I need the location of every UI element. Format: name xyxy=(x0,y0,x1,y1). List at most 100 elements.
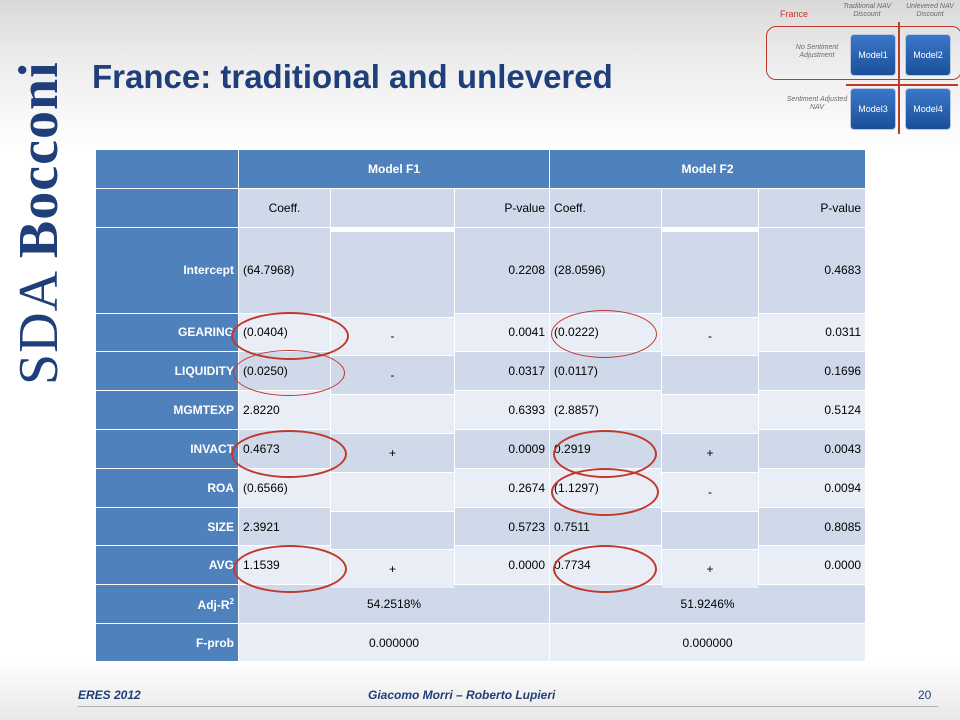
f2-sign-cell: + xyxy=(661,549,760,590)
table-row: GEARING (0.0404) -0.0041 (0.0222) -0.0311 xyxy=(95,312,867,357)
f1-pvalue-cell: 0.0009 xyxy=(453,428,551,469)
f2-sign-cell xyxy=(661,510,760,551)
adj-r2-f2-value: 51.9246% xyxy=(549,584,867,625)
model-diagram: France Traditional NAV Discount Unlevere… xyxy=(760,0,960,140)
f2-coeff-cell: 0.2919 xyxy=(549,428,663,469)
diagram-row2-label: Sentiment Adjusted NAV xyxy=(786,96,848,111)
adj-r2-label-text: Adj-R xyxy=(197,597,230,612)
f1-coeff-cell: (0.0404) xyxy=(238,312,331,353)
adj-r2-row: Adj-R2 54.2518% 51.9246% xyxy=(95,584,867,625)
row-label: MGMTEXP xyxy=(95,390,239,430)
row-label: AVG xyxy=(95,545,239,586)
diagram-model3-box: Model3 xyxy=(850,88,896,130)
diagram-model2-box: Model2 xyxy=(905,34,951,76)
f1-sign-cell xyxy=(330,510,455,551)
diagram-row1-label: No Sentiment Adjustment xyxy=(795,44,839,59)
f1-pvalue-cell: 0.0041 xyxy=(453,312,551,353)
f2-coeff-cell: (0.0222) xyxy=(549,312,663,353)
f1-pvalue-cell: 0.0317 xyxy=(453,351,551,392)
diagram-vertical-arrow xyxy=(898,22,900,134)
table-row: MGMTEXP 2.8220 0.6393 (2.8857) 0.5124 xyxy=(95,390,867,434)
f1-sign-cell xyxy=(330,230,455,318)
f2-pvalue-cell: 0.0000 xyxy=(758,545,867,586)
fprob-label: F-prob xyxy=(95,623,239,662)
f2-coeff-cell: (2.8857) xyxy=(549,390,663,430)
row-label: LIQUIDITY xyxy=(95,351,239,392)
table-row: INVACT 0.4673 +0.0009 0.2919 +0.0043 xyxy=(95,428,867,473)
f2-coeff-cell: (0.0117) xyxy=(549,351,663,392)
f1-sign-cell: - xyxy=(330,355,455,396)
f1-sign-cell xyxy=(330,394,455,434)
fprob-f1-value: 0.000000 xyxy=(237,623,551,662)
table-row: SIZE 2.3921 0.5723 0.7511 0.8085 xyxy=(95,506,867,551)
f1-sign-cell: - xyxy=(330,316,455,357)
f1-coeff-cell: 2.3921 xyxy=(238,506,331,547)
sub-header-row: Coeff. P-value Coeff. P-value xyxy=(95,187,867,228)
f1-coeff-cell: (0.0250) xyxy=(238,351,331,392)
footer-divider xyxy=(78,706,938,707)
regression-table: Model F1 Model F2 Coeff. P-value Coeff. … xyxy=(95,149,867,662)
fprob-f2-value: 0.000000 xyxy=(549,623,867,662)
f2-pvalue-cell: 0.0311 xyxy=(758,312,867,353)
f2-coeff-cell: (1.1297) xyxy=(549,467,663,508)
f2-sign-cell xyxy=(661,230,760,318)
f1-coeff-header: Coeff. xyxy=(238,187,331,228)
table-row: AVG 1.1539 +0.0000 0.7734 +0.0000 xyxy=(95,545,867,590)
model-f1-header: Model F1 xyxy=(237,149,551,189)
slide-title: France: traditional and unlevered xyxy=(92,58,613,95)
f1-sign-cell: + xyxy=(330,549,455,590)
row-label: GEARING xyxy=(95,312,239,353)
sub-header-corner xyxy=(95,187,239,228)
f2-pvalue-cell: 0.1696 xyxy=(758,351,867,392)
f1-coeff-cell: 0.4673 xyxy=(238,428,331,469)
row-label: ROA xyxy=(95,467,239,508)
f2-sign-cell: - xyxy=(661,316,760,357)
f1-coeff-cell: 2.8220 xyxy=(238,390,331,430)
f2-pvalue-cell: 0.5124 xyxy=(758,390,867,430)
adj-r2-f1-value: 54.2518% xyxy=(237,584,551,625)
f1-sign-cell: + xyxy=(330,432,455,473)
row-label: Intercept xyxy=(95,226,239,314)
f1-sign-cell xyxy=(330,471,455,512)
f2-pvalue-cell: 0.0043 xyxy=(758,428,867,469)
f1-pvalue-cell: 0.2674 xyxy=(453,467,551,508)
diagram-col1-label: Traditional NAV Discount xyxy=(842,3,892,18)
f2-pvalue-cell: 0.8085 xyxy=(758,506,867,547)
row-label: SIZE xyxy=(95,506,239,547)
diagram-horizontal-arrow xyxy=(846,84,958,86)
f1-coeff-cell: 1.1539 xyxy=(238,545,331,586)
f1-sign-header xyxy=(330,187,455,228)
f1-coeff-cell: (64.7968) xyxy=(238,226,331,314)
footer-page-number: 20 xyxy=(918,688,932,702)
adj-r2-label: Adj-R2 xyxy=(95,584,239,625)
footer-conference: ERES 2012 xyxy=(78,688,141,702)
diagram-col2-label: Unlevered NAV Discount xyxy=(906,3,954,18)
f2-pvalue-cell: 0.4683 xyxy=(758,226,867,314)
f2-coeff-cell: 0.7511 xyxy=(549,506,663,547)
header-corner xyxy=(95,149,239,189)
table-row: Intercept (64.7968) 0.2208 (28.0596) 0.4683 xyxy=(95,226,867,318)
table-row: LIQUIDITY (0.0250) -0.0317 (0.0117) 0.1696 xyxy=(95,351,867,396)
adj-r2-superscript: 2 xyxy=(229,596,234,606)
footer-authors: Giacomo Morri – Roberto Lupieri xyxy=(368,688,556,702)
model-f2-header: Model F2 xyxy=(549,149,867,189)
f2-pvalue-header: P-value xyxy=(758,187,867,228)
f2-sign-header xyxy=(661,187,760,228)
f1-pvalue-cell: 0.6393 xyxy=(453,390,551,430)
f1-pvalue-cell: 0.2208 xyxy=(453,226,551,314)
model-header-row: Model F1 Model F2 xyxy=(95,149,867,189)
f2-sign-cell: - xyxy=(661,471,760,512)
f2-sign-cell xyxy=(661,355,760,396)
diagram-model4-box: Model4 xyxy=(905,88,951,130)
diagram-country-label: France xyxy=(780,9,809,19)
table-row: ROA (0.6566) 0.2674 (1.1297) -0.0094 xyxy=(95,467,867,512)
f2-coeff-cell: (28.0596) xyxy=(549,226,663,314)
f1-pvalue-cell: 0.5723 xyxy=(453,506,551,547)
f2-coeff-header: Coeff. xyxy=(549,187,663,228)
sda-bocconi-logo: SDA Bocconi xyxy=(8,61,70,385)
f1-pvalue-cell: 0.0000 xyxy=(453,545,551,586)
f2-pvalue-cell: 0.0094 xyxy=(758,467,867,508)
diagram-model1-box: Model1 xyxy=(850,34,896,76)
f2-sign-cell xyxy=(661,394,760,434)
f1-coeff-cell: (0.6566) xyxy=(238,467,331,508)
